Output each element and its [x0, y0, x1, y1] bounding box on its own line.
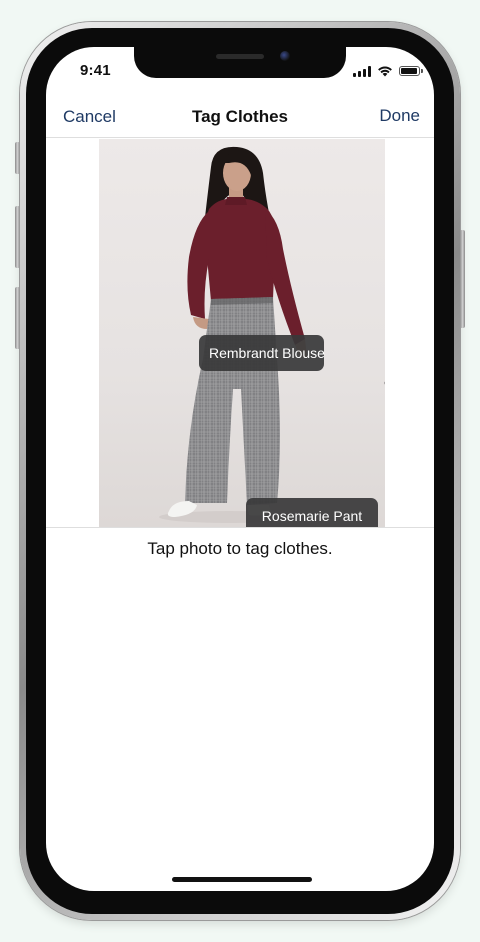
- status-time: 9:41: [80, 62, 111, 79]
- hand-pointer-icon: [384, 381, 385, 385]
- front-camera: [280, 51, 290, 61]
- power-button: [460, 230, 465, 328]
- instruction-text: Tap photo to tag clothes.: [147, 539, 333, 558]
- clothing-tag-pant[interactable]: Rosemarie Pant: [246, 498, 378, 527]
- home-indicator[interactable]: [172, 877, 312, 882]
- outfit-photo[interactable]: Rembrandt Blouse Rosemarie Pant: [99, 139, 385, 527]
- navigation-bar: Cancel Tag Clothes Done: [46, 99, 434, 138]
- cancel-button[interactable]: Cancel: [63, 107, 116, 127]
- model-illustration: [159, 146, 307, 523]
- cellular-signal-icon: [353, 65, 371, 77]
- clothing-tag-blouse[interactable]: Rembrandt Blouse: [199, 335, 325, 371]
- done-button[interactable]: Done: [379, 106, 420, 126]
- stage: 9:41 Cancel Tag Clothes Done Rembrandt B…: [0, 0, 480, 942]
- status-icons: [353, 65, 423, 77]
- phone-screen: 9:41 Cancel Tag Clothes Done Rembrandt B…: [46, 47, 434, 891]
- battery-icon: [399, 66, 423, 76]
- battery-fill: [401, 68, 418, 74]
- notch: [134, 47, 346, 78]
- wifi-icon: [378, 66, 392, 77]
- speaker-grille: [216, 54, 264, 59]
- divider: [46, 527, 434, 528]
